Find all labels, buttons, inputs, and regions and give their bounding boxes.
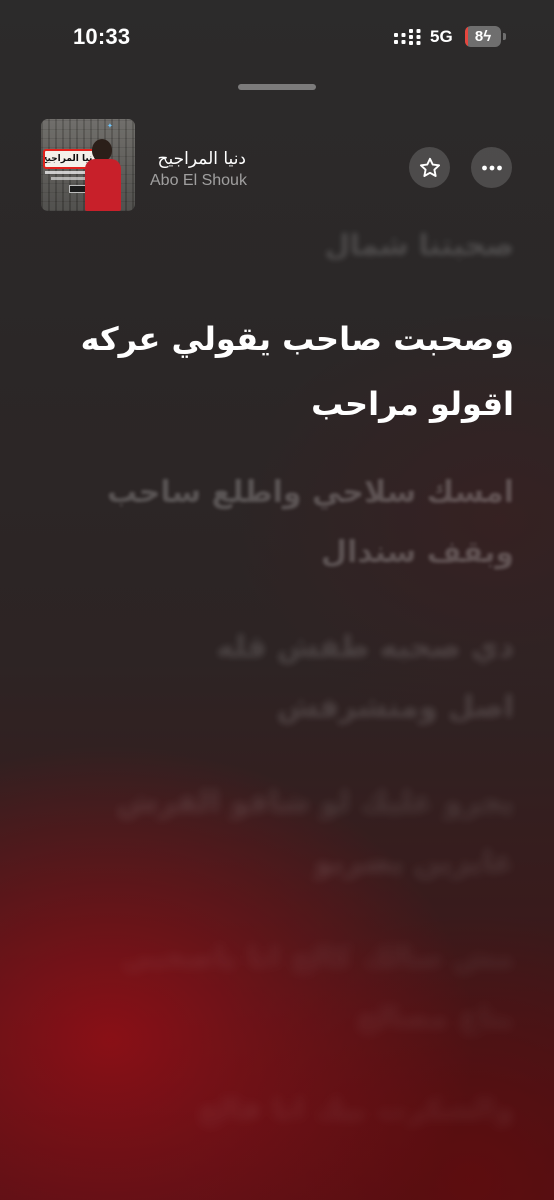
artwork-figure-head [92,139,112,161]
lyric-line-upcoming[interactable]: اصل ومنشرفش [277,690,514,725]
lyric-line-upcoming[interactable]: والشكرت بيك انا فالح [198,1092,514,1127]
network-type-label: 5G [430,27,453,46]
ellipsis-icon [481,165,502,170]
song-title[interactable]: دنيا المراجيح [150,149,246,169]
lyric-line-upcoming[interactable]: يجرو عليك لو شافو الفرش [117,785,514,820]
status-bar: 10:33 5G 8ϟ [0,0,554,76]
lyric-line-past[interactable]: صحبتنا شمال [325,228,514,262]
artwork-figure-body [85,159,121,211]
lyric-line-upcoming[interactable]: امسك سلاحي واطلع ساحب [107,475,514,510]
lyric-line-current[interactable]: اقولو مراحب [311,385,514,423]
lyric-line-current[interactable]: وصحبت صاحب يقولي عركه [81,320,514,358]
favorite-button[interactable] [409,147,450,188]
artwork-logo: ✦ [107,122,113,130]
battery-indicator: 8ϟ [465,26,501,47]
more-options-button[interactable] [471,147,512,188]
sheet-grabber-handle[interactable] [238,84,316,90]
artwork-caption-line [51,177,87,180]
lyric-line-upcoming[interactable]: وبقف سندال [321,535,514,570]
lyric-line-upcoming[interactable]: بتاع مصالح [356,1000,514,1035]
lyric-line-upcoming[interactable]: مش سالك كالح انا ياصحبي [121,940,514,975]
album-artwork[interactable]: ✦ دنيا المراجيح [41,119,135,211]
star-outline-icon [419,157,440,177]
battery-level-text: 8ϟ [465,27,501,46]
lyric-line-upcoming[interactable]: دي صحبه طفش قله [216,630,514,665]
status-time: 10:33 [73,24,131,49]
battery-cap [503,33,506,40]
song-artist[interactable]: Abo El Shouk [150,172,247,190]
charging-bolt-icon: ϟ [483,28,492,45]
lyric-line-upcoming[interactable]: عايزين يضربو [314,845,514,880]
cellular-signal-icon [394,29,421,45]
battery-percent-label: 8 [474,28,484,45]
